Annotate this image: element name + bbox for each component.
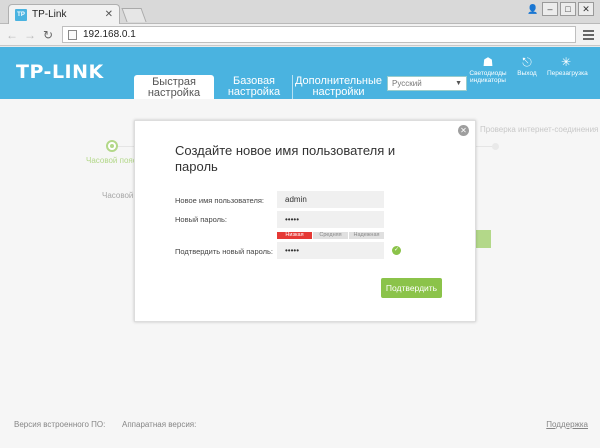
strength-strong: Надежная: [349, 232, 384, 239]
tp-link-favicon-icon: TP: [15, 8, 27, 21]
password-label: Новый пароль:: [175, 215, 228, 224]
led-icon: ☗: [482, 55, 494, 69]
tab-basic[interactable]: Базовая настройка: [218, 75, 290, 99]
strength-medium: Средняя: [313, 232, 348, 239]
led-label: Светодиоды индикаторы: [469, 70, 507, 84]
confirm-password-label: Подтвердить новый пароль:: [175, 247, 274, 256]
reboot-label: Перезагрузка: [547, 70, 588, 77]
reboot-button[interactable]: ✳ Перезагрузка: [547, 55, 588, 77]
forward-arrow-icon[interactable]: →: [22, 27, 38, 43]
strength-weak: Низкая: [277, 232, 312, 239]
language-value: Русский: [392, 79, 422, 88]
maximize-button[interactable]: □: [560, 2, 576, 16]
page-icon: [68, 29, 77, 40]
tab-title: TP-Link: [32, 9, 67, 20]
tp-link-logo: TP-LINK: [16, 61, 104, 83]
chevron-down-icon: ▼: [455, 80, 462, 87]
tab-quick-setup[interactable]: Быстрая настройка: [134, 75, 214, 99]
url-text: 192.168.0.1: [83, 29, 136, 40]
confirm-button[interactable]: Подтвердить: [381, 278, 442, 298]
username-label: Новое имя пользователя:: [175, 196, 264, 205]
language-select[interactable]: Русский ▼: [387, 76, 467, 91]
check-icon: ✓: [392, 246, 401, 255]
close-icon[interactable]: ✕: [458, 125, 469, 136]
username-input[interactable]: [277, 191, 384, 208]
close-window-button[interactable]: ✕: [578, 2, 594, 16]
browser-navbar: ← → ↻ 192.168.0.1: [0, 24, 600, 46]
password-strength-meter: Низкая Средняя Надежная: [277, 232, 384, 239]
dialog-title: Создайте новое имя пользователя и пароль: [175, 143, 396, 174]
logout-label: Выход: [517, 70, 537, 77]
logout-icon: ⎋: [522, 55, 532, 69]
browser-menu-icon[interactable]: [580, 27, 596, 43]
tab-close-icon[interactable]: ✕: [105, 9, 113, 20]
led-button[interactable]: ☗ Светодиоды индикаторы: [469, 55, 507, 84]
minimize-button[interactable]: –: [542, 2, 558, 16]
reload-icon[interactable]: ↻: [40, 27, 56, 43]
window-controls: 👤 – □ ✕: [526, 2, 594, 16]
new-tab-button[interactable]: [121, 8, 147, 22]
address-bar[interactable]: 192.168.0.1: [62, 26, 576, 43]
credentials-dialog: ✕ Создайте новое имя пользователя и паро…: [134, 120, 476, 322]
tab-advanced[interactable]: Дополнительные настройки: [292, 75, 384, 99]
logout-button[interactable]: ⎋ Выход: [508, 55, 546, 77]
browser-tab[interactable]: TP TP-Link ✕: [8, 4, 120, 24]
back-arrow-icon[interactable]: ←: [4, 27, 20, 43]
confirm-password-input[interactable]: [277, 242, 384, 259]
router-header: TP-LINK Быстрая настройка Базовая настро…: [0, 47, 600, 99]
browser-titlebar: TP TP-Link ✕ 👤 – □ ✕: [0, 0, 600, 24]
reboot-icon: ✳: [560, 55, 572, 69]
password-input[interactable]: [277, 211, 384, 228]
user-profile-icon[interactable]: 👤: [526, 2, 540, 16]
